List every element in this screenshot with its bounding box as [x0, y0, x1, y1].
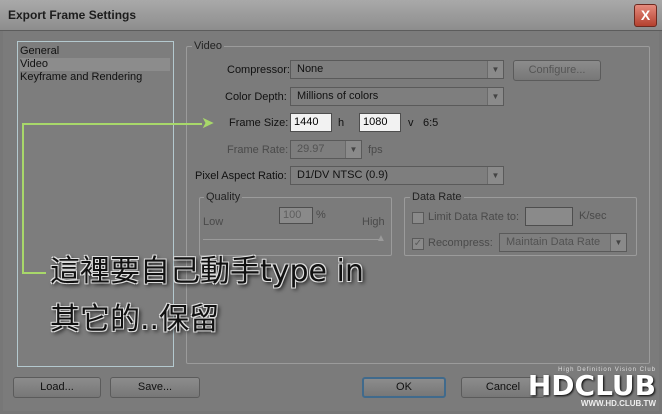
- limit-data-rate-label: Limit Data Rate to:: [428, 211, 520, 223]
- quality-percent-unit: %: [316, 209, 326, 221]
- compressor-label: Compressor:: [227, 64, 290, 76]
- data-rate-input[interactable]: [525, 207, 573, 226]
- recompress-select[interactable]: Maintain Data Rate ▼: [499, 233, 627, 252]
- pixel-aspect-ratio-select[interactable]: D1/DV NTSC (0.9) ▼: [290, 166, 504, 185]
- close-icon: X: [640, 7, 651, 23]
- dropdown-arrow-icon: ▼: [487, 61, 503, 78]
- category-general[interactable]: General: [20, 45, 59, 58]
- frame-rate-label: Frame Rate:: [227, 144, 289, 156]
- compressor-select[interactable]: None ▼: [290, 60, 504, 79]
- limit-data-rate-checkbox[interactable]: [412, 212, 424, 224]
- annotation-line-horizontal: [22, 123, 202, 125]
- color-depth-value: Millions of colors: [297, 90, 379, 102]
- quality-high-label: High: [362, 216, 385, 228]
- export-frame-settings-dialog: Export Frame Settings X General Video Ke…: [0, 0, 662, 414]
- frame-aspect-ratio: 6:5: [423, 117, 439, 129]
- save-button[interactable]: Save...: [110, 377, 200, 398]
- dialog-content: General Video Keyframe and Rendering Vid…: [3, 31, 659, 411]
- annotation-line-bottom: [22, 272, 46, 274]
- frame-rate-select[interactable]: 29.97 ▼: [290, 140, 362, 159]
- video-group-label: Video: [192, 40, 224, 52]
- load-button[interactable]: Load...: [13, 377, 101, 398]
- dropdown-arrow-icon: ▼: [610, 234, 626, 251]
- recompress-label: Recompress:: [428, 237, 493, 249]
- category-keyframe-rendering[interactable]: Keyframe and Rendering: [20, 71, 142, 84]
- title-bar: Export Frame Settings X: [0, 0, 662, 31]
- quality-group-label: Quality: [204, 191, 243, 203]
- frame-height-unit: v: [408, 117, 414, 129]
- dropdown-arrow-icon: ▼: [345, 141, 361, 158]
- pixel-aspect-ratio-label: Pixel Aspect Ratio:: [195, 170, 287, 182]
- fps-unit: fps: [368, 144, 383, 156]
- quality-slider[interactable]: [203, 239, 383, 240]
- recompress-checkbox[interactable]: ✓: [412, 238, 424, 250]
- ok-button[interactable]: OK: [362, 377, 446, 398]
- frame-size-label: Frame Size:: [229, 117, 289, 129]
- dropdown-arrow-icon: ▼: [487, 167, 503, 184]
- annotation-text-line-2: 其它的..保留: [50, 302, 220, 337]
- data-rate-group-label: Data Rate: [410, 191, 464, 203]
- frame-height-input[interactable]: 1080: [359, 113, 401, 132]
- pixel-aspect-ratio-value: D1/DV NTSC (0.9): [297, 169, 389, 181]
- data-rate-unit: K/sec: [579, 210, 607, 222]
- close-button[interactable]: X: [634, 4, 657, 27]
- configure-button[interactable]: Configure...: [513, 60, 601, 81]
- frame-rate-value: 29.97: [297, 143, 325, 155]
- annotation-text-line-1: 這裡要自己動手type in: [50, 254, 364, 289]
- hdclub-watermark-logo: High Definition Vision Club HDCLUB WWW.H…: [506, 367, 656, 411]
- category-video[interactable]: Video: [20, 58, 170, 71]
- color-depth-select[interactable]: Millions of colors ▼: [290, 87, 504, 106]
- logo-brand: HDCLUB: [527, 369, 656, 402]
- slider-thumb-icon[interactable]: ▲: [376, 233, 386, 244]
- recompress-value: Maintain Data Rate: [506, 236, 601, 248]
- quality-value-input[interactable]: 100: [279, 207, 313, 224]
- color-depth-label: Color Depth:: [225, 91, 287, 103]
- dropdown-arrow-icon: ▼: [487, 88, 503, 105]
- compressor-value: None: [297, 63, 324, 75]
- window-title: Export Frame Settings: [8, 8, 137, 22]
- frame-width-input[interactable]: 1440: [290, 113, 332, 132]
- quality-low-label: Low: [203, 216, 224, 228]
- frame-width-unit: h: [338, 117, 345, 129]
- arrow-right-icon: ➤: [201, 115, 215, 132]
- annotation-line-vertical: [22, 123, 24, 273]
